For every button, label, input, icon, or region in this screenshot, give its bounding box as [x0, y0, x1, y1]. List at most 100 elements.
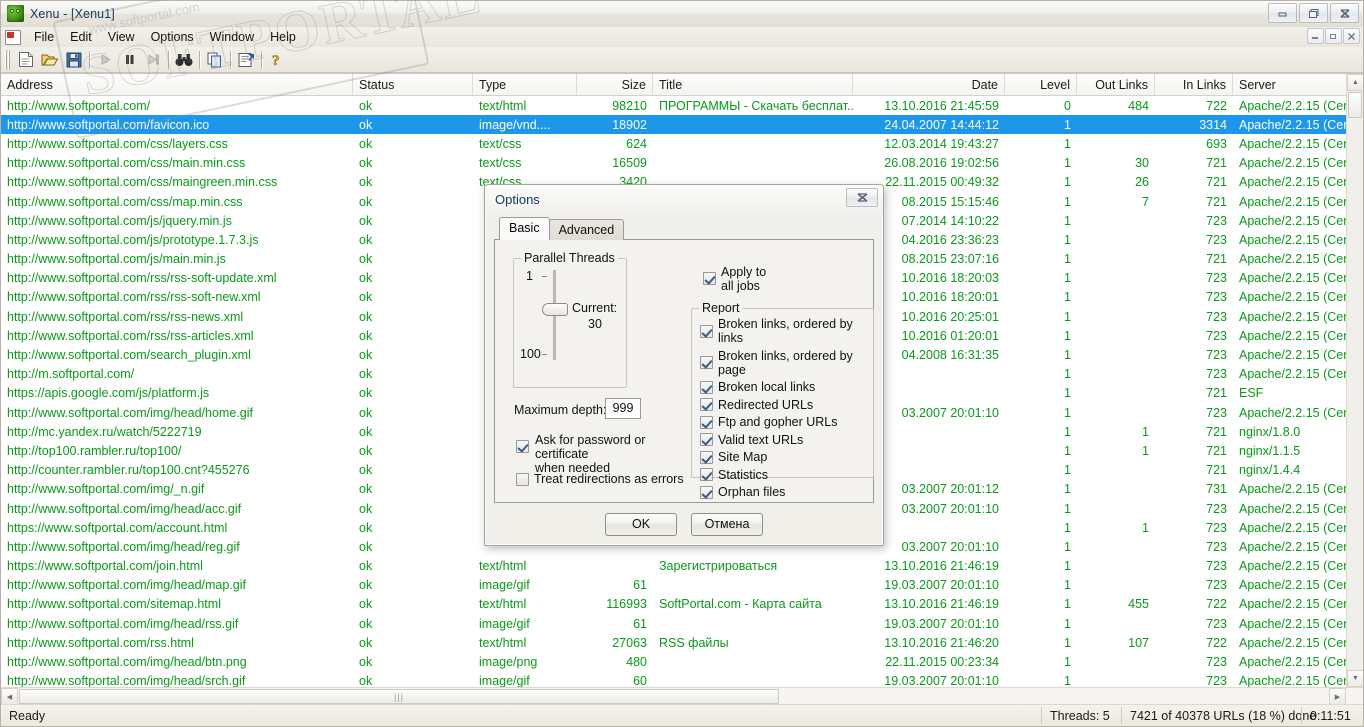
cell-date: 13.10.2016 21:46:19 — [884, 559, 999, 574]
table-row[interactable]: http://www.softportal.com/css/layers.css… — [1, 134, 1363, 153]
binoculars-find-icon[interactable] — [172, 49, 196, 71]
apply-all-jobs-checkbox[interactable] — [703, 272, 716, 285]
dialog-tabs[interactable]: Basic Advanced — [494, 217, 874, 240]
table-row[interactable]: https://www.softportal.com/join.html ok te… — [1, 557, 1363, 576]
column-header-label: Title — [659, 77, 683, 92]
save-disk-icon[interactable] — [62, 49, 86, 71]
column-header-status[interactable]: Status — [353, 74, 473, 95]
column-header-size[interactable]: Size — [577, 74, 653, 95]
help-question-icon[interactable]: ? — [265, 49, 289, 71]
column-header-title[interactable]: Title — [653, 74, 853, 95]
table-row[interactable]: http://www.softportal.com/favicon.ico ok i… — [1, 115, 1363, 135]
table-row[interactable]: http://www.softportal.com/sitemap.html ok… — [1, 595, 1363, 614]
scroll-right-button[interactable]: ▶ — [1329, 688, 1346, 704]
cell-server: ESF — [1239, 386, 1264, 401]
column-header-date[interactable]: Date — [853, 74, 1005, 95]
new-file-icon[interactable] — [14, 49, 38, 71]
table-row[interactable]: http://www.softportal.com/rss.html ok text… — [1, 633, 1363, 652]
mdi-restore-button[interactable] — [1325, 28, 1342, 44]
report-item-row[interactable]: Site Map — [700, 450, 867, 464]
report-item-checkbox[interactable] — [700, 450, 713, 464]
copy-icon[interactable] — [203, 49, 227, 71]
column-header-level[interactable]: Level — [1005, 74, 1077, 95]
scroll-up-button[interactable]: ▲ — [1347, 74, 1363, 91]
document-icon[interactable] — [5, 29, 21, 45]
table-row[interactable]: http://www.softportal.com/img/head/rss.g… — [1, 614, 1363, 633]
report-item-row[interactable]: Broken local links — [700, 380, 867, 394]
menu-edit[interactable]: Edit — [62, 28, 100, 46]
threads-slider-thumb[interactable] — [542, 303, 568, 316]
report-item-checkbox[interactable] — [700, 485, 713, 499]
report-item-row[interactable]: Orphan files — [700, 485, 867, 499]
scroll-left-button[interactable]: ◀ — [1, 688, 18, 704]
scroll-down-button[interactable]: ▼ — [1347, 670, 1363, 687]
column-header-server[interactable]: Server — [1233, 74, 1348, 95]
report-item-row[interactable]: Statistics — [700, 468, 867, 482]
pause-icon[interactable] — [117, 49, 141, 71]
stop-icon[interactable] — [141, 49, 165, 71]
report-item-row[interactable]: Valid text URLs — [700, 433, 867, 447]
vertical-scrollbar[interactable]: ▲ ▼ — [1346, 74, 1363, 687]
column-header-address[interactable]: Address — [1, 74, 353, 95]
column-header-outlinks[interactable]: Out Links — [1077, 74, 1155, 95]
cell-type: text/css — [479, 136, 522, 151]
report-item-checkbox[interactable] — [700, 324, 713, 338]
column-header-label: Address — [7, 77, 53, 92]
cell-status: ok — [359, 117, 373, 132]
cancel-button[interactable]: Отмена — [691, 512, 763, 536]
cell-server: Apache/2.2.15 (Cent( — [1239, 635, 1348, 650]
report-item-checkbox[interactable] — [700, 468, 713, 481]
report-item-checkbox[interactable] — [700, 415, 713, 429]
close-button[interactable] — [1330, 3, 1359, 23]
column-header-inlinks[interactable]: In Links — [1155, 74, 1233, 95]
mdi-close-button[interactable] — [1343, 28, 1360, 44]
ask-password-checkbox[interactable] — [516, 440, 529, 453]
report-item-checkbox[interactable] — [700, 356, 713, 369]
menu-window[interactable]: Window — [202, 28, 262, 46]
cell-type: image/png — [479, 655, 538, 670]
cell-level: 1 — [1064, 328, 1071, 343]
apply-all-jobs-checkbox-row[interactable]: Apply to all jobs — [703, 265, 766, 293]
properties-icon[interactable] — [234, 49, 258, 71]
list-column-headers[interactable]: Address Status Type Size Title Date Level Out L… — [1, 74, 1363, 96]
ask-password-checkbox-row[interactable]: Ask for password or certificate when nee… — [516, 433, 696, 475]
report-item-checkbox[interactable] — [700, 380, 713, 394]
report-item-label: Statistics — [718, 467, 769, 482]
play-icon[interactable] — [93, 49, 117, 71]
mdi-minimize-button[interactable] — [1307, 28, 1324, 44]
report-item-checkbox[interactable] — [700, 433, 713, 446]
ok-button[interactable]: OK — [605, 512, 677, 536]
menu-file[interactable]: File — [26, 28, 62, 46]
report-item-row[interactable]: Ftp and gopher URLs — [700, 415, 867, 429]
minimize-button[interactable] — [1268, 3, 1297, 23]
horizontal-scrollbar[interactable]: ◀ ▶ ||| — [1, 687, 1363, 704]
menu-view[interactable]: View — [100, 28, 143, 46]
treat-redirections-checkbox[interactable] — [516, 472, 529, 486]
table-row[interactable]: http://www.softportal.com/img/head/btn.p… — [1, 652, 1363, 671]
dialog-close-button[interactable] — [846, 188, 878, 207]
restore-button[interactable] — [1299, 3, 1328, 23]
table-row[interactable]: http://www.softportal.com/ok text/html 982… — [1, 96, 1363, 115]
maximum-depth-input[interactable]: 999 — [605, 398, 641, 419]
menu-options[interactable]: Options — [143, 28, 202, 46]
options-dialog[interactable]: Options Basic Advanced Parallel Threads … — [484, 184, 884, 546]
report-item-checkbox[interactable] — [700, 398, 713, 411]
tab-basic[interactable]: Basic — [499, 217, 550, 240]
column-header-type[interactable]: Type — [473, 74, 577, 95]
vertical-scroll-track[interactable] — [1347, 91, 1363, 670]
toolbar-grip[interactable] — [4, 49, 11, 70]
cell-server: Apache/2.2.15 (Cent( — [1239, 578, 1348, 593]
horizontal-scroll-thumb[interactable]: ||| — [19, 689, 779, 704]
vertical-scroll-thumb[interactable] — [1348, 92, 1362, 118]
treat-redirections-checkbox-row[interactable]: Treat redirections as errors — [516, 472, 684, 486]
report-item-row[interactable]: Broken links, ordered by links — [700, 317, 867, 345]
report-item-row[interactable]: Redirected URLs — [700, 398, 867, 412]
menu-help[interactable]: Help — [262, 28, 304, 46]
report-checkbox-list[interactable]: Broken links, ordered by links Broken lin… — [700, 317, 867, 503]
table-row[interactable]: http://www.softportal.com/css/main.min.c… — [1, 154, 1363, 173]
table-row[interactable]: http://www.softportal.com/img/head/map.g… — [1, 576, 1363, 595]
open-folder-icon[interactable] — [38, 49, 62, 71]
cell-server: Apache/2.2.15 (Cent( — [1239, 405, 1348, 420]
tab-advanced[interactable]: Advanced — [548, 219, 625, 240]
report-item-row[interactable]: Broken links, ordered by page — [700, 349, 867, 377]
